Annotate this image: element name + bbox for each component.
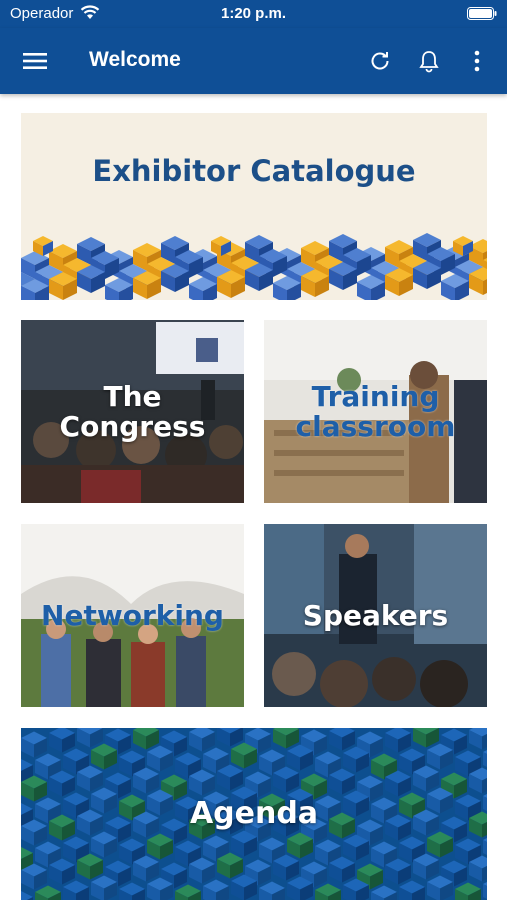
app-bar: Welcome bbox=[0, 28, 507, 94]
speakers-label: Speakers bbox=[302, 598, 449, 632]
menu-icon[interactable] bbox=[18, 44, 52, 78]
training-classroom-label: Training classroom bbox=[295, 380, 456, 443]
exhibitor-catalogue-label: Exhibitor Catalogue bbox=[92, 154, 416, 188]
agenda-tile[interactable]: Agenda bbox=[21, 728, 487, 900]
exhibitor-catalogue-tile[interactable]: Exhibitor Catalogue bbox=[21, 113, 487, 300]
networking-tile[interactable]: Networking bbox=[21, 524, 244, 707]
refresh-icon[interactable] bbox=[363, 44, 397, 78]
cubes-pattern-image bbox=[21, 113, 487, 300]
training-classroom-tile[interactable]: Training classroom bbox=[264, 320, 487, 503]
status-time: 1:20 p.m. bbox=[220, 5, 287, 22]
agenda-label: Agenda bbox=[189, 796, 319, 832]
congress-tile[interactable]: The Congress bbox=[21, 320, 244, 503]
networking-label: Networking bbox=[41, 598, 224, 632]
bell-icon[interactable] bbox=[412, 44, 446, 78]
more-vert-icon[interactable] bbox=[460, 44, 494, 78]
page-title: Welcome bbox=[89, 48, 181, 71]
speakers-tile[interactable]: Speakers bbox=[264, 524, 487, 707]
battery-icon bbox=[467, 7, 497, 20]
status-bar: Operador 1:20 p.m. bbox=[0, 0, 507, 28]
congress-label: The Congress bbox=[59, 380, 206, 443]
